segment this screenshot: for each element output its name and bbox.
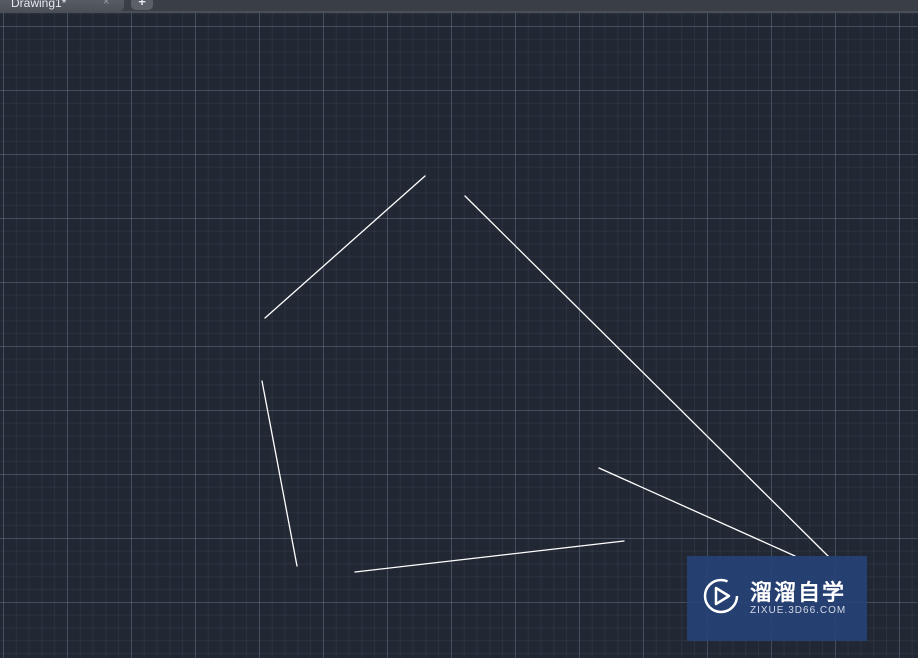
watermark-brand-name: 溜溜自学: [750, 580, 847, 605]
line-segment-2[interactable]: [464, 195, 829, 557]
line-segment-3[interactable]: [598, 467, 796, 557]
line-segment-1[interactable]: [264, 175, 426, 319]
watermark-badge: 溜溜自学 ZIXUE.3D66.COM: [687, 556, 867, 641]
line-segment-4[interactable]: [354, 540, 625, 573]
watermark-url: ZIXUE.3D66.COM: [750, 605, 847, 616]
play-logo-icon: [703, 578, 739, 614]
line-segment-5[interactable]: [261, 380, 298, 567]
